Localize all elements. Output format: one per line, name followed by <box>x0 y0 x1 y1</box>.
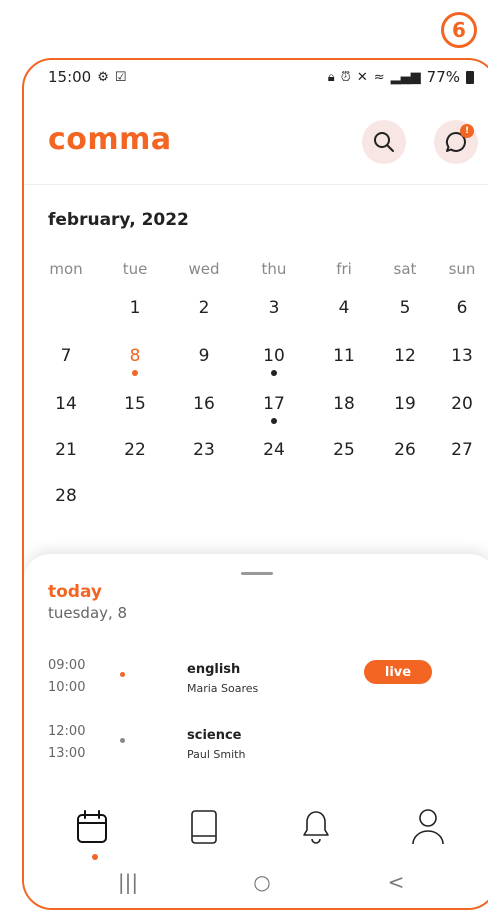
calendar-day[interactable]: 24 <box>254 440 294 460</box>
event-marker-dot <box>271 418 277 424</box>
calendar-day-today[interactable]: 8 <box>115 346 155 366</box>
calendar-day[interactable]: 22 <box>115 440 155 460</box>
calendar-day[interactable]: 7 <box>46 346 86 366</box>
battery-icon <box>466 70 474 84</box>
recents-button[interactable]: ||| <box>118 870 138 894</box>
event-bullet <box>120 672 125 677</box>
event-end-time: 13:00 <box>48 746 86 761</box>
calendar-day[interactable]: 23 <box>184 440 224 460</box>
calendar-day[interactable]: 18 <box>324 394 364 414</box>
weekday-sat: sat <box>393 260 417 278</box>
event-teacher: Paul Smith <box>187 748 246 761</box>
lock-icon: 🔒︎ <box>327 69 335 85</box>
wifi-icon: ≈ <box>373 69 385 85</box>
phone-screen: 15:00 ⚙ ☑ 🔒︎ ⏰︎ ✕ ≈ ▂▄▆ 77% comma ! febr… <box>22 58 488 910</box>
search-button[interactable] <box>362 120 406 164</box>
bell-icon <box>303 811 329 844</box>
weekday-mon: mon <box>49 260 83 278</box>
calendar-day[interactable]: 2 <box>184 298 224 318</box>
weekday-wed: wed <box>188 260 220 278</box>
today-marker-dot <box>132 370 138 376</box>
nav-profile[interactable] <box>403 802 453 852</box>
app-logo: comma <box>48 122 172 157</box>
calendar-day[interactable]: 20 <box>442 394 482 414</box>
chat-button[interactable]: ! <box>434 120 478 164</box>
weekday-tue: tue <box>122 260 148 278</box>
weekday-sun: sun <box>448 260 476 278</box>
calendar-day[interactable]: 26 <box>385 440 425 460</box>
event-row[interactable]: 12:00 13:00 science Paul Smith <box>24 724 488 774</box>
status-time: 15:00 <box>48 68 92 86</box>
book-icon <box>191 810 217 844</box>
calendar-day[interactable]: 4 <box>324 298 364 318</box>
calendar-day[interactable]: 5 <box>385 298 425 318</box>
calendar-day[interactable]: 1 <box>115 298 155 318</box>
event-bullet <box>120 738 125 743</box>
calendar-day[interactable]: 14 <box>46 394 86 414</box>
weekday-fri: fri <box>336 260 352 278</box>
nav-library[interactable] <box>179 802 229 852</box>
back-button[interactable]: < <box>388 870 405 894</box>
calendar-day[interactable]: 6 <box>442 298 482 318</box>
calendar-day[interactable]: 21 <box>46 440 86 460</box>
event-start-time: 09:00 <box>48 658 86 673</box>
mute-icon: ✕ <box>356 69 368 85</box>
gear-icon: ⚙ <box>97 69 109 85</box>
today-date: tuesday, 8 <box>48 604 128 622</box>
calendar-day[interactable]: 10 <box>254 346 294 366</box>
calendar-day[interactable]: 25 <box>324 440 364 460</box>
event-end-time: 10:00 <box>48 680 86 695</box>
battery-percent: 77% <box>426 68 460 86</box>
app-header: comma ! <box>24 100 488 185</box>
step-number-badge: 6 <box>441 12 477 48</box>
calendar-day[interactable]: 13 <box>442 346 482 366</box>
home-button[interactable]: ○ <box>253 870 270 894</box>
calendar-day[interactable]: 9 <box>184 346 224 366</box>
event-teacher: Maria Soares <box>187 682 259 695</box>
calendar-day[interactable]: 11 <box>324 346 364 366</box>
live-button[interactable]: live <box>364 660 432 684</box>
calendar-day[interactable]: 3 <box>254 298 294 318</box>
nav-notifications[interactable] <box>291 802 341 852</box>
weekday-header: mon tue wed thu fri sat sun <box>24 260 488 280</box>
checkbox-icon: ☑ <box>114 69 127 85</box>
status-bar: 15:00 ⚙ ☑ 🔒︎ ⏰︎ ✕ ≈ ▂▄▆ 77% <box>24 60 488 94</box>
alarm-icon: ⏰︎ <box>340 69 351 85</box>
calendar-day[interactable]: 16 <box>184 394 224 414</box>
event-title: science <box>187 728 242 743</box>
event-title: english <box>187 662 241 677</box>
event-start-time: 12:00 <box>48 724 86 739</box>
calendar-day[interactable]: 15 <box>115 394 155 414</box>
calendar-day[interactable]: 27 <box>442 440 482 460</box>
weekday-thu: thu <box>261 260 287 278</box>
event-row[interactable]: 09:00 10:00 english Maria Soares live <box>24 658 488 708</box>
profile-icon <box>412 809 444 845</box>
calendar-day[interactable]: 28 <box>46 486 86 506</box>
search-icon <box>374 132 394 152</box>
calendar-day[interactable]: 19 <box>385 394 425 414</box>
event-marker-dot <box>271 370 277 376</box>
month-title: february, 2022 <box>48 210 189 230</box>
calendar-day[interactable]: 12 <box>385 346 425 366</box>
calendar-icon <box>77 810 107 843</box>
drag-handle[interactable] <box>241 572 273 575</box>
calendar-day[interactable]: 17 <box>254 394 294 414</box>
active-nav-indicator <box>92 854 98 860</box>
nav-calendar[interactable] <box>67 802 117 852</box>
system-nav-bar: ||| ○ < <box>24 862 488 902</box>
today-label: today <box>48 582 103 602</box>
signal-icon: ▂▄▆ <box>390 69 421 85</box>
notification-badge: ! <box>460 124 474 138</box>
bottom-nav <box>24 802 488 862</box>
